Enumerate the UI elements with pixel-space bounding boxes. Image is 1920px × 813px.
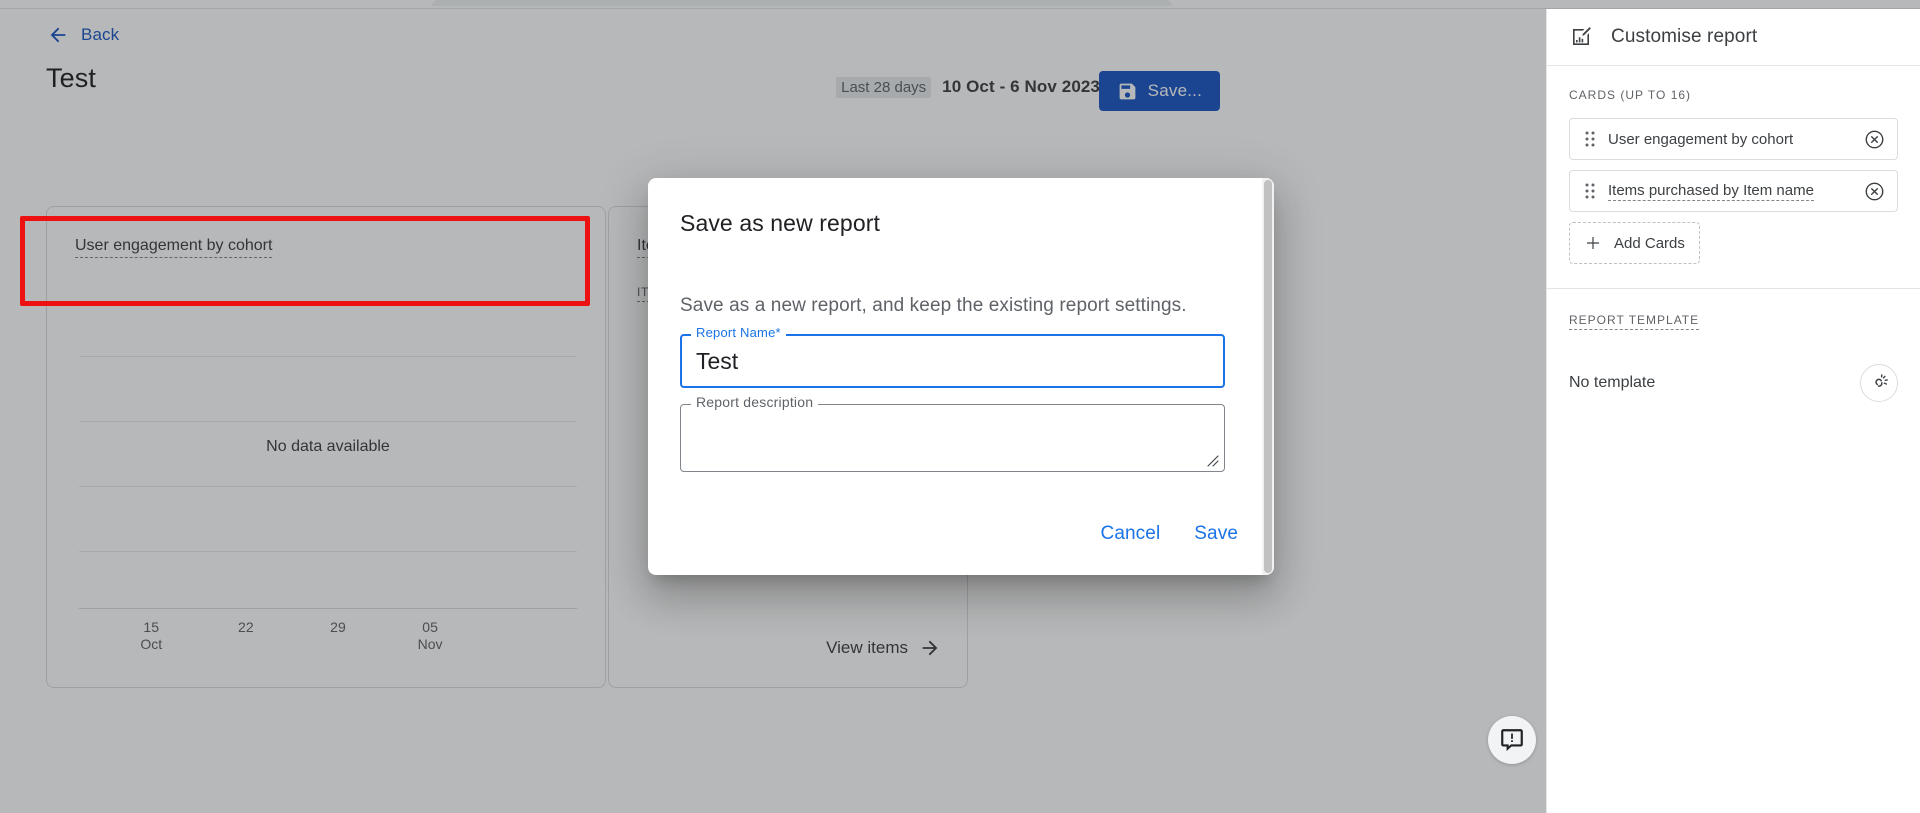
report-name-input[interactable] (680, 334, 1225, 388)
sidebar-header: Customise report (1547, 9, 1920, 66)
save-button-label: Save... (1147, 81, 1202, 100)
arrow-left-icon (50, 27, 66, 43)
customise-report-sidebar: Customise report CARDS (UP TO 16) User e… (1546, 9, 1920, 813)
chart-gridline (79, 485, 577, 487)
report-template-section: REPORT TEMPLATE (1547, 289, 1920, 346)
browser-tab (432, 0, 1172, 6)
report-template-value: No template (1569, 374, 1656, 391)
plus-icon (1587, 237, 1599, 249)
chart-gridline (79, 421, 577, 423)
app-root: Back Test Last 28 days 10 Oct - 6 Nov 20… (0, 0, 1920, 813)
date-range-label: 10 Oct - 6 Nov 2023 (942, 77, 1100, 96)
card-user-engagement: User engagement by cohort No data availa… (46, 206, 606, 688)
report-name-field[interactable]: Report Name* (680, 325, 1225, 388)
sidebar-card-label: Items purchased by Item name (1608, 181, 1814, 201)
feedback-bubble-icon (1501, 729, 1523, 752)
back-label: Back (81, 25, 120, 44)
dialog-title: Save as new report (680, 210, 880, 236)
date-preset-label: Last 28 days (836, 77, 932, 98)
sidebar-card-label: User engagement by cohort (1608, 130, 1794, 148)
chart-gridline (79, 550, 577, 552)
dialog-scrollbar-thumb[interactable] (1264, 180, 1272, 573)
add-cards-button[interactable]: Add Cards (1569, 222, 1700, 264)
add-cards-label: Add Cards (1614, 234, 1685, 252)
drag-handle-icon[interactable] (1584, 182, 1596, 200)
feedback-button[interactable] (1488, 716, 1536, 764)
report-description-field[interactable]: Report description (680, 394, 1225, 472)
chart-empty-message: No data available (254, 438, 402, 456)
view-items-label: View items (826, 638, 908, 657)
drag-handle-icon[interactable] (1584, 130, 1596, 148)
floppy-disk-icon (1119, 83, 1136, 99)
report-template-label: REPORT TEMPLATE (1569, 313, 1700, 330)
template-unlink-icon (1874, 373, 1888, 387)
chart-x-axis (79, 608, 577, 609)
sidebar-card-user-engagement[interactable]: User engagement by cohort (1569, 118, 1898, 160)
save-as-new-report-dialog: Save as new report Save as a new report,… (648, 178, 1274, 575)
card-title-engagement[interactable]: User engagement by cohort (75, 237, 273, 258)
chart-plot-area: No data available (79, 285, 577, 609)
page-title: Test (46, 63, 96, 93)
cards-section-label: CARDS (UP TO 16) (1569, 88, 1692, 102)
sidebar-card-items-purchased[interactable]: Items purchased by Item name (1569, 170, 1898, 212)
browser-tab-sliver (0, 0, 1920, 8)
sidebar-title: Customise report (1611, 26, 1758, 47)
back-link[interactable]: Back (47, 24, 119, 46)
report-template-row: No template (1547, 364, 1920, 402)
remove-circle-icon[interactable] (1864, 129, 1885, 150)
x-tick-sublabel: Nov (417, 636, 443, 652)
x-tick: 22 (238, 619, 254, 636)
view-items-link[interactable]: View items (826, 637, 941, 659)
dialog-description: Save as a new report, and keep the exist… (680, 295, 1187, 316)
dialog-save-button[interactable]: Save (1182, 515, 1250, 553)
report-description-textarea[interactable] (680, 404, 1225, 472)
x-tick-value: 22 (238, 619, 254, 635)
x-tick-value: 05 (422, 619, 438, 635)
chart-gridline (79, 356, 577, 358)
x-tick: 29 (330, 619, 346, 636)
dialog-scrollbar[interactable] (1262, 178, 1274, 575)
x-tick: 15 Oct (140, 619, 162, 653)
cancel-button[interactable]: Cancel (1089, 515, 1173, 553)
x-tick-value: 15 (143, 619, 159, 635)
dialog-actions: Cancel Save (1089, 515, 1250, 553)
chart-edit-icon (1573, 27, 1591, 45)
x-tick-sublabel: Oct (140, 636, 163, 652)
chart-x-tick-labels: 15 Oct 22 29 05 Nov (79, 619, 577, 659)
x-tick: 05 Nov (418, 619, 443, 653)
template-unlink-button[interactable] (1860, 364, 1898, 402)
cards-section: CARDS (UP TO 16) User engagement by coho… (1547, 66, 1920, 274)
arrow-right-icon (922, 640, 938, 656)
remove-circle-icon[interactable] (1864, 181, 1885, 202)
date-range-selector[interactable]: Last 28 days 10 Oct - 6 Nov 2023 (836, 77, 1100, 98)
x-tick-value: 29 (330, 619, 346, 635)
save-button[interactable]: Save... (1098, 71, 1220, 111)
